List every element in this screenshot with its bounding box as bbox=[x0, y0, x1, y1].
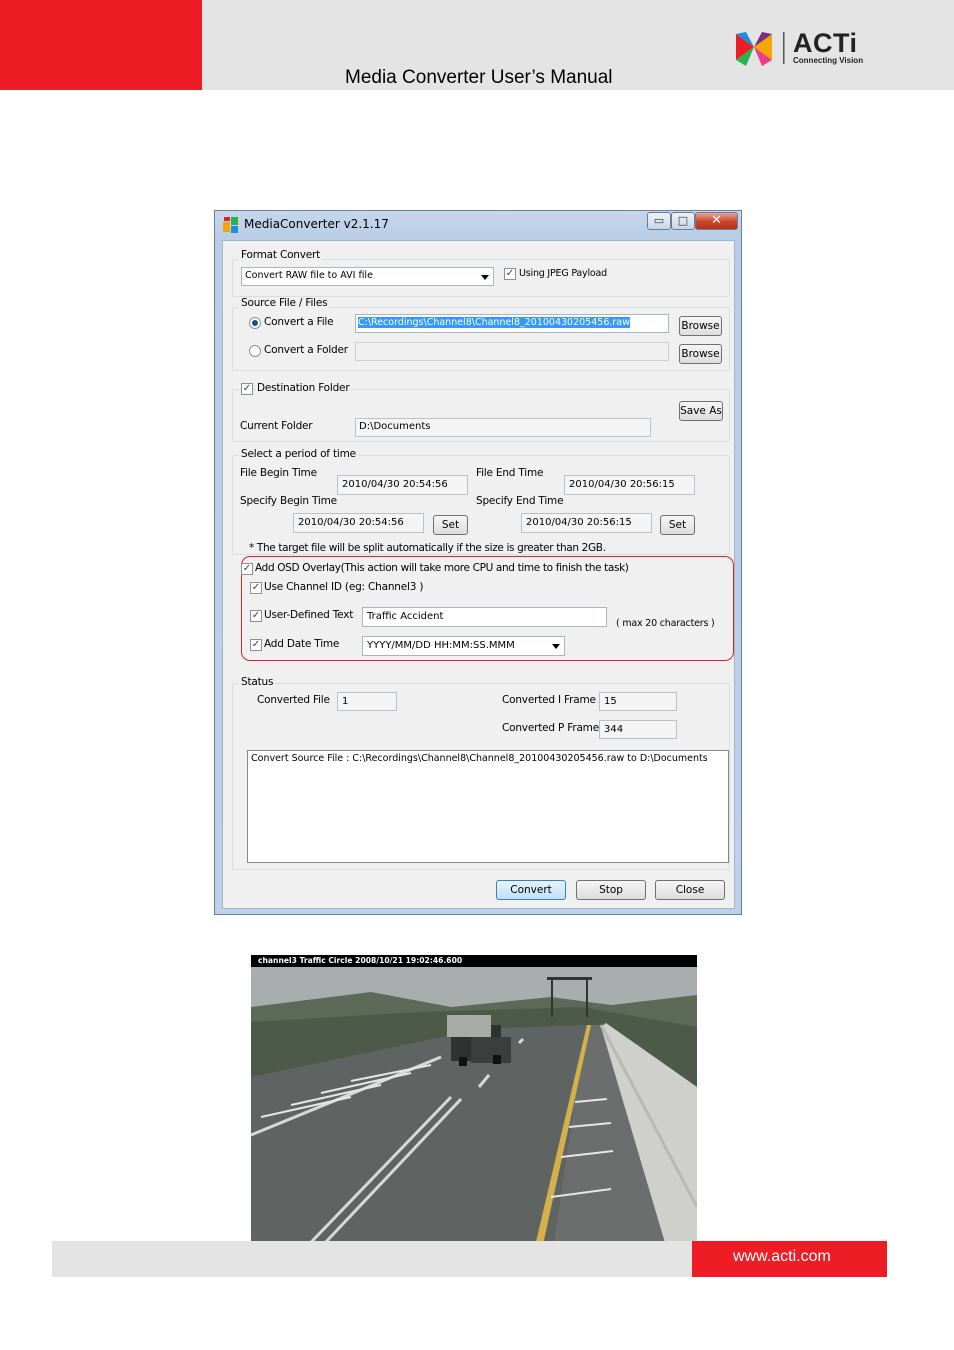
source-folder-input[interactable] bbox=[355, 342, 669, 361]
user-text-input[interactable]: Traffic Accident bbox=[362, 607, 607, 627]
current-folder-input[interactable]: D:\Documents bbox=[355, 418, 651, 437]
format-convert-value: Convert RAW file to AVI file bbox=[245, 270, 373, 281]
source-file-path: C:\Recordings\Channel8\Channel8_20100430… bbox=[358, 317, 630, 328]
media-converter-window: MediaConverter v2.1.17 ▭ □ ✕ Format Conv… bbox=[214, 210, 742, 915]
browse-file-button[interactable]: Browse bbox=[679, 316, 722, 336]
logo-wordmark: ACTi bbox=[793, 28, 858, 58]
converted-file-value[interactable]: 1 bbox=[337, 692, 397, 711]
destination-folder-checkbox[interactable]: ✓ bbox=[241, 383, 253, 395]
destination-folder-label: Destination Folder bbox=[255, 382, 352, 394]
page-title: Media Converter User’s Manual bbox=[345, 67, 613, 88]
close-window-button[interactable]: ✕ bbox=[695, 212, 738, 230]
split-note: * The target file will be split automati… bbox=[249, 542, 606, 554]
file-begin-value[interactable]: 2010/04/30 20:54:56 bbox=[337, 475, 468, 495]
convert-file-radio[interactable] bbox=[249, 317, 261, 329]
convert-button[interactable]: Convert bbox=[496, 880, 566, 900]
footer-band bbox=[52, 1241, 692, 1277]
max-chars-note: ( max 20 characters ) bbox=[616, 618, 715, 629]
status-log[interactable]: Convert Source File : C:\Recordings\Chan… bbox=[247, 750, 729, 863]
osd-bar: channel3 Traffic Circle 2008/10/21 19:02… bbox=[251, 955, 697, 967]
converted-file-label: Converted File bbox=[257, 694, 330, 706]
period-group-label: Select a period of time bbox=[239, 448, 358, 460]
specify-begin-value[interactable]: 2010/04/30 20:54:56 bbox=[293, 513, 424, 533]
date-time-format-dropdown[interactable]: YYYY/MM/DD HH:MM:SS.MMM bbox=[362, 636, 565, 656]
specify-begin-label: Specify Begin Time bbox=[240, 495, 337, 507]
date-time-format-value: YYYY/MM/DD HH:MM:SS.MMM bbox=[367, 640, 515, 651]
channel-id-label: Use Channel ID (eg: Channel3 ) bbox=[264, 581, 424, 593]
save-as-button[interactable]: Save As bbox=[679, 401, 723, 421]
status-group-label: Status bbox=[239, 676, 276, 688]
convert-file-label: Convert a File bbox=[264, 316, 334, 328]
set-end-button[interactable]: Set bbox=[660, 515, 695, 535]
file-begin-label: File Begin Time bbox=[240, 467, 317, 479]
window-title: MediaConverter v2.1.17 bbox=[244, 217, 389, 231]
header-red-block bbox=[0, 0, 202, 90]
date-time-label: Add Date Time bbox=[264, 638, 340, 650]
format-convert-dropdown[interactable]: Convert RAW file to AVI file bbox=[241, 267, 494, 286]
user-text-checkbox[interactable]: ✓ bbox=[250, 610, 262, 622]
file-end-value[interactable]: 2010/04/30 20:56:15 bbox=[564, 475, 695, 495]
specify-end-label: Specify End Time bbox=[476, 495, 564, 507]
footer-url-link[interactable]: www.acti.com bbox=[733, 1248, 831, 1266]
highway-scene-image bbox=[251, 967, 697, 1263]
jpeg-payload-label: Using JPEG Payload bbox=[519, 268, 607, 279]
logo-tagline: Connecting Vision bbox=[793, 56, 864, 65]
specify-end-value[interactable]: 2010/04/30 20:56:15 bbox=[521, 513, 652, 533]
browse-folder-button[interactable]: Browse bbox=[679, 344, 722, 364]
i-frame-value[interactable]: 15 bbox=[599, 692, 677, 711]
current-folder-label: Current Folder bbox=[240, 420, 313, 432]
user-text-label: User-Defined Text bbox=[264, 609, 354, 621]
osd-overlay-text: channel3 Traffic Circle 2008/10/21 19:02… bbox=[258, 956, 463, 965]
minimize-button[interactable]: ▭ bbox=[647, 212, 671, 230]
camera-frame: channel3 Traffic Circle 2008/10/21 19:02… bbox=[251, 955, 697, 1263]
window-client-area: Format Convert Convert RAW file to AVI f… bbox=[222, 240, 735, 909]
osd-overlay-checkbox[interactable]: ✓ bbox=[241, 563, 253, 575]
source-group-label: Source File / Files bbox=[239, 297, 330, 309]
chevron-down-icon bbox=[552, 644, 560, 649]
convert-folder-label: Convert a Folder bbox=[264, 344, 348, 356]
format-convert-label: Format Convert bbox=[239, 249, 323, 261]
app-icon bbox=[223, 217, 238, 233]
maximize-button[interactable]: □ bbox=[671, 212, 695, 230]
i-frame-label: Converted I Frame bbox=[502, 694, 596, 706]
p-frame-value[interactable]: 344 bbox=[599, 720, 677, 739]
set-begin-button[interactable]: Set bbox=[433, 515, 468, 535]
p-frame-label: Converted P Frame bbox=[502, 722, 599, 734]
jpeg-payload-checkbox[interactable]: ✓ bbox=[504, 268, 516, 280]
date-time-checkbox[interactable]: ✓ bbox=[250, 639, 262, 651]
osd-overlay-label: Add OSD Overlay(This action will take mo… bbox=[255, 562, 629, 574]
source-file-input[interactable]: C:\Recordings\Channel8\Channel8_20100430… bbox=[355, 314, 669, 333]
channel-id-checkbox[interactable]: ✓ bbox=[250, 582, 262, 594]
file-end-label: File End Time bbox=[476, 467, 544, 479]
convert-folder-radio[interactable] bbox=[249, 345, 261, 357]
chevron-down-icon bbox=[481, 275, 489, 280]
stop-button[interactable]: Stop bbox=[576, 880, 646, 900]
close-button[interactable]: Close bbox=[655, 880, 725, 900]
